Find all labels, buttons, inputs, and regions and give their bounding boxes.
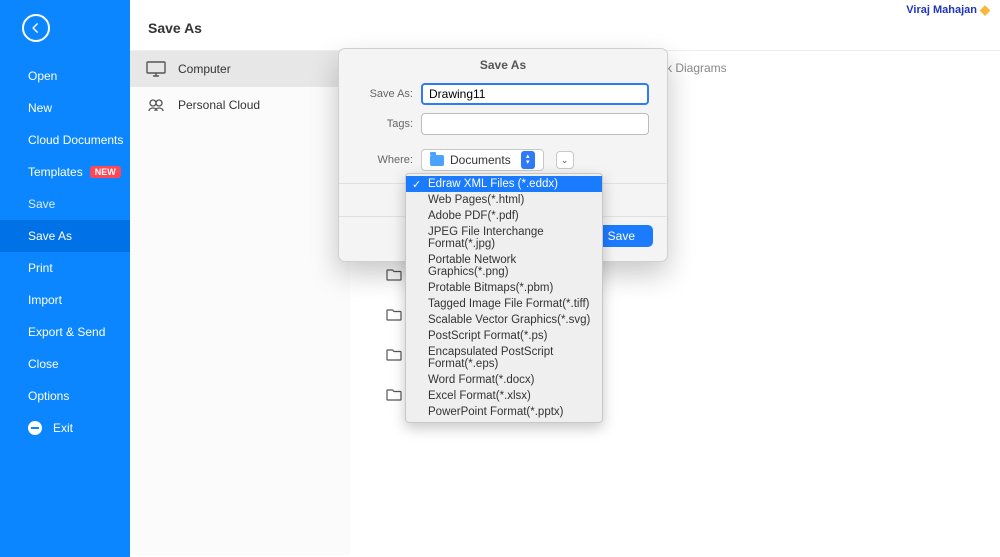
format-option[interactable]: Encapsulated PostScript Format(*.eps) — [406, 344, 602, 372]
sidebar-item-save[interactable]: Save — [0, 188, 130, 220]
format-option[interactable]: Scalable Vector Graphics(*.svg) — [406, 312, 602, 328]
sidebar-item-new[interactable]: New — [0, 92, 130, 124]
sidebar-item-open[interactable]: Open — [0, 60, 130, 92]
format-option[interactable]: Excel Format(*.xlsx) — [406, 388, 602, 404]
format-option[interactable]: Edraw XML Files (*.eddx) — [406, 176, 602, 192]
folder-icon — [430, 155, 444, 166]
dialog-title: Save As — [339, 49, 667, 79]
where-label: Where: — [357, 154, 413, 166]
sidebar-item-label: New — [28, 101, 52, 115]
sidebar-item-cloud-documents[interactable]: Cloud Documents — [0, 124, 130, 156]
filename-input[interactable] — [421, 83, 649, 105]
sidebar-item-label: Export & Send — [28, 325, 105, 339]
user-name: Viraj Mahajan — [906, 4, 977, 16]
arrow-left-icon — [29, 21, 43, 35]
sidebar-item-export-send[interactable]: Export & Send — [0, 316, 130, 348]
location-computer[interactable]: Computer — [130, 51, 350, 87]
sidebar-item-save-as[interactable]: Save As — [0, 220, 130, 252]
location-label: Personal Cloud — [178, 98, 260, 112]
folder-icon — [386, 268, 402, 281]
page-title: Save As — [130, 0, 1000, 50]
sidebar-item-label: Exit — [53, 421, 73, 435]
sidebar-item-print[interactable]: Print — [0, 252, 130, 284]
sidebar-item-label: Print — [28, 261, 53, 275]
sidebar-item-close[interactable]: Close — [0, 348, 130, 380]
sidebar-item-exit[interactable]: Exit — [0, 412, 130, 444]
format-dropdown[interactable]: Edraw XML Files (*.eddx)Web Pages(*.html… — [405, 173, 603, 423]
location-label: Computer — [178, 62, 231, 76]
format-option[interactable]: Adobe PDF(*.pdf) — [406, 208, 602, 224]
save-as-label: Save As: — [357, 88, 413, 100]
sidebar-item-import[interactable]: Import — [0, 284, 130, 316]
sidebar-item-label: Save As — [28, 229, 72, 243]
cloud-person-icon — [146, 98, 166, 112]
location-column: Computer Personal Cloud — [130, 50, 350, 555]
expand-button[interactable]: ⌄ — [556, 151, 574, 169]
format-option[interactable]: Portable Network Graphics(*.png) — [406, 252, 602, 280]
format-option[interactable]: Protable Bitmaps(*.pbm) — [406, 280, 602, 296]
sidebar-item-label: Options — [28, 389, 69, 403]
sidebar-item-templates[interactable]: Templates NEW — [0, 156, 130, 188]
sidebar-item-label: Cloud Documents — [28, 133, 123, 147]
monitor-icon — [146, 62, 166, 76]
back-button[interactable] — [22, 14, 50, 42]
sidebar-item-label: Close — [28, 357, 59, 371]
tags-input[interactable] — [421, 113, 649, 135]
user-badge[interactable]: Viraj Mahajan ◆ — [906, 2, 990, 18]
updown-icon — [521, 151, 535, 169]
format-option[interactable]: JPEG File Interchange Format(*.jpg) — [406, 224, 602, 252]
location-personal-cloud[interactable]: Personal Cloud — [130, 87, 350, 123]
format-option[interactable]: Web Pages(*.html) — [406, 192, 602, 208]
tags-label: Tags: — [357, 118, 413, 130]
sidebar-item-options[interactable]: Options — [0, 380, 130, 412]
sidebar: Open New Cloud Documents Templates NEW Save Sa… — [0, 0, 130, 557]
sidebar-item-label: Save — [28, 197, 55, 211]
where-value: Documents — [450, 153, 511, 167]
sidebar-item-label: Import — [28, 293, 62, 307]
folder-icon — [386, 388, 402, 401]
diamond-icon: ◆ — [980, 2, 990, 18]
folder-icon — [386, 348, 402, 361]
where-select[interactable]: Documents — [421, 149, 544, 171]
new-badge: NEW — [90, 166, 121, 178]
exit-icon — [28, 421, 42, 435]
sidebar-item-label: Templates — [28, 165, 83, 179]
sidebar-item-label: Open — [28, 69, 57, 83]
format-option[interactable]: Word Format(*.docx) — [406, 372, 602, 388]
format-option[interactable]: Tagged Image File Format(*.tiff) — [406, 296, 602, 312]
format-option[interactable]: PowerPoint Format(*.pptx) — [406, 404, 602, 420]
folder-icon — [386, 308, 402, 321]
format-option[interactable]: PostScript Format(*.ps) — [406, 328, 602, 344]
